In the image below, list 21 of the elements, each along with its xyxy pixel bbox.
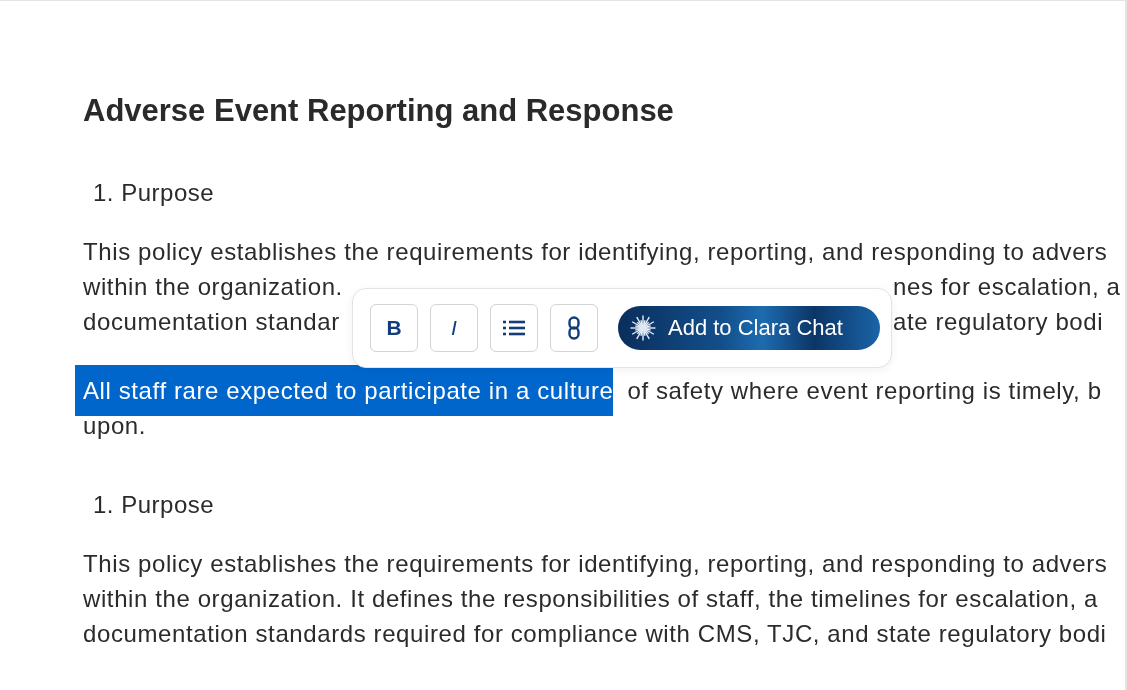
paragraph-text: within the organization. [83, 272, 343, 302]
link-button[interactable] [550, 304, 598, 352]
paragraph-text: documentation standar [83, 307, 340, 337]
section-heading: 1. Purpose [93, 490, 216, 520]
add-to-chat-button[interactable]: Add to Clara Chat [618, 306, 880, 350]
paragraph-text: This policy establishes the requirements for identifying, reporting, and responding to advers [83, 549, 1108, 579]
paragraph-text: of safety where event reporting is timely, b [627, 376, 1102, 406]
section-heading: 1. Purpose [93, 178, 216, 208]
paragraph-text: within the organization. It defines the responsibilities of staff, the timelines for escalation, a [83, 584, 1098, 614]
paragraph-text: ate regulatory bodi [893, 307, 1104, 337]
selected-text: All staff rare expected to participate in a culture [75, 365, 614, 416]
starburst-icon [630, 315, 656, 341]
link-icon [568, 316, 580, 340]
italic-button[interactable]: I [430, 304, 478, 352]
document-title: Adverse Event Reporting and Response [83, 92, 675, 130]
list-icon [503, 320, 525, 336]
paragraph-text: This policy establishes the requirements for identifying, reporting, and responding to advers [83, 237, 1108, 267]
list-button[interactable] [490, 304, 538, 352]
bold-button[interactable]: B [370, 304, 418, 352]
paragraph-text: nes for escalation, a [893, 272, 1121, 302]
paragraph-text: documentation standards required for compliance with CMS, TJC, and state regulatory bodi [83, 619, 1107, 649]
